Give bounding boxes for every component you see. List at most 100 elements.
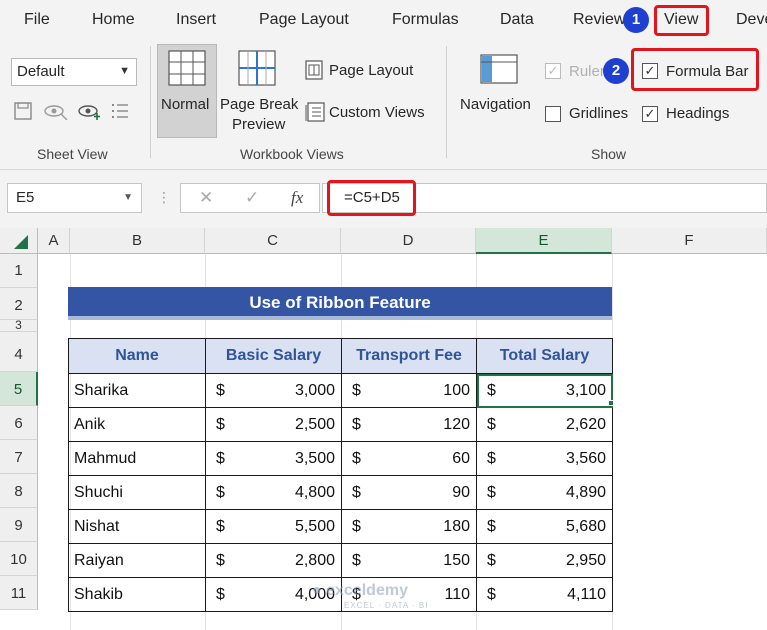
cell-basic[interactable]: $2,500 xyxy=(205,407,342,442)
cell-name[interactable]: Shakib xyxy=(68,577,206,612)
new-view-icon[interactable] xyxy=(78,102,102,120)
amount-value: 100 xyxy=(443,382,470,399)
menu-file[interactable]: File xyxy=(24,11,50,29)
amount-value: 3,000 xyxy=(294,382,335,399)
column-header-c[interactable]: C xyxy=(205,228,341,254)
row-header-2[interactable]: 2 xyxy=(0,288,38,320)
header-total-salary[interactable]: Total Salary xyxy=(476,338,613,374)
chevron-down-icon: ▼ xyxy=(123,192,133,203)
currency-symbol: $ xyxy=(487,484,496,501)
row-header-6[interactable]: 6 xyxy=(0,406,38,440)
row-header-8[interactable]: 8 xyxy=(0,474,38,508)
cell-total[interactable]: $2,620 xyxy=(476,407,613,442)
cell-transport[interactable]: $150 xyxy=(341,543,477,578)
cell-basic[interactable]: $4,800 xyxy=(205,475,342,510)
cell-total[interactable]: $4,890 xyxy=(476,475,613,510)
menu-data[interactable]: Data xyxy=(500,11,534,29)
worksheet-grid: A B C D E F 1 2 3 4 5 6 7 8 9 10 11 Use … xyxy=(0,228,767,630)
header-name[interactable]: Name xyxy=(68,338,206,374)
exit-view-icon[interactable] xyxy=(44,102,68,120)
fill-handle[interactable] xyxy=(608,400,614,406)
currency-symbol: $ xyxy=(216,416,225,433)
page-layout-label[interactable]: Page Layout xyxy=(329,62,413,79)
header-transport-fee[interactable]: Transport Fee xyxy=(341,338,477,374)
amount-value: 5,500 xyxy=(294,518,335,535)
options-icon[interactable] xyxy=(110,102,130,120)
cell-transport[interactable]: $100 xyxy=(341,373,477,408)
cell-name[interactable]: Nishat xyxy=(68,509,206,544)
column-header-a[interactable]: A xyxy=(38,228,70,254)
currency-symbol: $ xyxy=(352,518,361,535)
sheet-view-dropdown[interactable]: Default ▼ xyxy=(11,58,137,86)
cancel-icon[interactable]: ✕ xyxy=(199,188,213,208)
headings-checkbox[interactable]: ✓ xyxy=(642,106,658,122)
cell-basic[interactable]: $3,000 xyxy=(205,373,342,408)
column-header-f[interactable]: F xyxy=(612,228,767,254)
custom-views-label[interactable]: Custom Views xyxy=(329,104,425,121)
row-header-3[interactable]: 3 xyxy=(0,319,38,332)
page-break-preview-label-1[interactable]: Page Break xyxy=(220,96,298,113)
table-row: Nishat $5,500 $180 $5,680 xyxy=(68,509,613,544)
menu-page-layout[interactable]: Page Layout xyxy=(259,11,349,29)
column-header-d[interactable]: D xyxy=(341,228,476,254)
ruler-checkbox[interactable]: ✓ xyxy=(545,63,561,79)
row-header-4[interactable]: 4 xyxy=(0,332,38,372)
currency-symbol: $ xyxy=(216,552,225,569)
gridlines-label[interactable]: Gridlines xyxy=(569,105,628,122)
page-break-preview-icon[interactable] xyxy=(238,50,276,86)
table-title: Use of Ribbon Feature xyxy=(68,287,612,320)
group-divider xyxy=(446,46,447,158)
page-break-preview-label-2[interactable]: Preview xyxy=(232,116,285,133)
currency-symbol: $ xyxy=(487,416,496,433)
cell-name[interactable]: Anik xyxy=(68,407,206,442)
enter-icon[interactable]: ✓ xyxy=(245,188,259,208)
cell-name[interactable]: Shuchi xyxy=(68,475,206,510)
page-layout-icon[interactable] xyxy=(305,60,323,80)
header-basic-salary[interactable]: Basic Salary xyxy=(205,338,342,374)
insert-function-icon[interactable]: fx xyxy=(291,188,303,208)
amount-value: 2,620 xyxy=(565,416,606,433)
menu-insert[interactable]: Insert xyxy=(176,11,216,29)
amount-value: 110 xyxy=(444,586,470,603)
custom-views-icon[interactable] xyxy=(305,102,325,122)
cell-total[interactable]: $4,110 xyxy=(476,577,613,612)
cell-total[interactable]: $5,680 xyxy=(476,509,613,544)
select-all-corner[interactable] xyxy=(0,228,38,254)
amount-value: 120 xyxy=(443,416,470,433)
amount-value: 4,110 xyxy=(567,586,606,603)
column-header-b[interactable]: B xyxy=(70,228,205,254)
gridlines-checkbox[interactable] xyxy=(545,106,561,122)
row-header-9[interactable]: 9 xyxy=(0,508,38,542)
cell-name[interactable]: Mahmud xyxy=(68,441,206,476)
cell-transport[interactable]: $120 xyxy=(341,407,477,442)
menu-developer[interactable]: Deve xyxy=(736,11,767,29)
column-header-e[interactable]: E xyxy=(476,228,612,254)
row-header-1[interactable]: 1 xyxy=(0,254,38,288)
cell-basic[interactable]: $5,500 xyxy=(205,509,342,544)
cell-basic[interactable]: $2,800 xyxy=(205,543,342,578)
cell-total[interactable]: $2,950 xyxy=(476,543,613,578)
cell-transport[interactable]: $180 xyxy=(341,509,477,544)
more-options-icon[interactable]: ⋮ xyxy=(157,189,171,206)
navigation-label[interactable]: Navigation xyxy=(460,96,531,113)
cell-basic[interactable]: $3,500 xyxy=(205,441,342,476)
navigation-icon[interactable] xyxy=(480,54,518,84)
cell-transport[interactable]: $90 xyxy=(341,475,477,510)
currency-symbol: $ xyxy=(352,382,361,399)
menu-home[interactable]: Home xyxy=(92,11,135,29)
name-box[interactable]: E5 ▼ xyxy=(7,183,142,213)
cell-total[interactable]: $3,560 xyxy=(476,441,613,476)
row-header-7[interactable]: 7 xyxy=(0,440,38,474)
cell-transport[interactable]: $60 xyxy=(341,441,477,476)
menu-formulas[interactable]: Formulas xyxy=(392,11,459,29)
row-header-5[interactable]: 5 xyxy=(0,372,38,406)
menu-review[interactable]: Review xyxy=(573,11,625,29)
cell-name[interactable]: Sharika xyxy=(68,373,206,408)
row-header-10[interactable]: 10 xyxy=(0,542,38,576)
amount-value: 4,800 xyxy=(294,484,335,501)
row-header-11[interactable]: 11 xyxy=(0,576,38,610)
headings-label[interactable]: Headings xyxy=(666,105,729,122)
cell-total[interactable]: $3,100 xyxy=(476,373,613,408)
cell-name[interactable]: Raiyan xyxy=(68,543,206,578)
save-view-icon[interactable] xyxy=(14,102,32,120)
